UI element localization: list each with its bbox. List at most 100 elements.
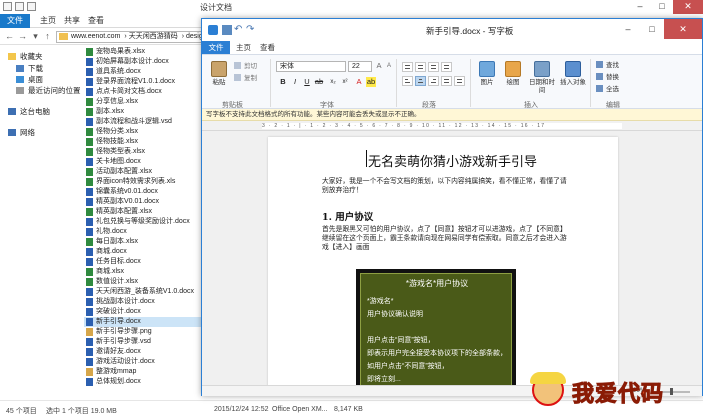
chevron-down-icon[interactable]: ▾ — [30, 31, 41, 42]
find-icon — [596, 61, 603, 68]
file-row[interactable]: 商城.docx — [84, 247, 202, 257]
highlight-icon[interactable]: ab — [366, 77, 376, 87]
document-canvas[interactable]: 无名卖萌你猜小游戏新手引导 大家好，我是一个不会写文档的策划，以下内容纯属搞笑，… — [202, 131, 702, 385]
file-row[interactable]: 游戏活动设计.docx — [84, 357, 202, 367]
paragraph-settings-icon[interactable] — [454, 76, 465, 86]
file-row[interactable]: 商城.xlsx — [84, 267, 202, 277]
file-row[interactable]: 任务目标.docx — [84, 257, 202, 267]
file-row[interactable]: 登录界面流程V1.0.1.docx — [84, 77, 202, 87]
tab-file[interactable]: 文件 — [202, 41, 230, 54]
find-button[interactable]: 查找 — [596, 61, 619, 70]
ruler[interactable]: 3 · 2 · 1 · | · 1 · 2 · 3 · 4 · 5 · 6 · … — [202, 121, 702, 131]
breadcrumb-segment[interactable]: www.eenot.com — [71, 33, 120, 40]
picture-button[interactable]: 图片 — [474, 61, 500, 87]
file-row[interactable]: 总体规划.docx — [84, 377, 202, 387]
italic-icon[interactable]: I — [290, 77, 300, 87]
file-row[interactable]: 新手引导步骤.png — [84, 327, 202, 337]
close-icon[interactable]: ✕ — [673, 0, 703, 14]
select-all-button[interactable]: 全选 — [596, 85, 619, 94]
file-row[interactable]: 精英副本V0.01.docx — [84, 197, 202, 207]
text-color-icon[interactable]: A — [354, 77, 364, 87]
font-family-select[interactable]: 宋体 — [276, 61, 346, 72]
file-row[interactable]: 天天闲西游_装备系统V1.0.docx — [84, 287, 202, 297]
maximize-icon[interactable]: □ — [640, 19, 664, 39]
tab-home[interactable]: 主页 — [236, 41, 251, 54]
up-icon[interactable]: ↑ — [42, 31, 53, 42]
tab-view[interactable]: 查看 — [260, 41, 275, 54]
nav-desktop[interactable]: 桌面 — [16, 75, 43, 85]
align-left-icon[interactable] — [402, 76, 413, 86]
file-row[interactable]: 活动副本配置.xlsx — [84, 167, 202, 177]
nav-this-pc[interactable]: 这台电脑 — [8, 107, 50, 117]
tab-file[interactable]: 文件 — [0, 14, 30, 28]
decrease-indent-icon[interactable] — [402, 62, 413, 72]
cut-button[interactable]: 剪切 — [234, 62, 257, 71]
new-folder-icon[interactable] — [27, 2, 36, 11]
file-row[interactable]: 怪物分类.xlsx — [84, 127, 202, 137]
breadcrumb-segment[interactable]: 天天闲西游猜码 — [129, 33, 178, 40]
subscript-icon[interactable]: x₂ — [328, 77, 338, 87]
redo-icon[interactable]: ↷ — [246, 25, 256, 35]
minimize-icon[interactable]: – — [616, 19, 640, 39]
nav-downloads[interactable]: 下载 — [16, 64, 43, 74]
strikethrough-icon[interactable]: ab — [314, 77, 324, 87]
underline-icon[interactable]: U — [302, 77, 312, 87]
align-center-icon[interactable] — [415, 76, 426, 86]
nav-network[interactable]: 网络 — [8, 128, 35, 138]
copy-button[interactable]: 复制 — [234, 74, 257, 83]
file-row[interactable]: 整游戏mmap — [84, 367, 202, 377]
file-row[interactable]: 副本.xlsx — [84, 107, 202, 117]
file-row[interactable]: 怪物技能.xlsx — [84, 137, 202, 147]
increase-indent-icon[interactable] — [415, 62, 426, 72]
minimize-icon[interactable]: – — [629, 0, 651, 14]
shrink-font-icon[interactable]: A — [384, 61, 394, 71]
file-row[interactable]: 新手引导步骤.vsd — [84, 337, 202, 347]
back-icon[interactable]: ← — [4, 31, 15, 42]
file-row[interactable]: 副本流程和战斗逻辑.vsd — [84, 117, 202, 127]
superscript-icon[interactable]: x² — [340, 77, 350, 87]
file-row[interactable]: 初始屏幕副本设计.docx — [84, 57, 202, 67]
file-row[interactable]: 宠物岛果表.xlsx — [84, 47, 202, 57]
font-size-select[interactable]: 22 — [348, 61, 372, 72]
datetime-button[interactable]: 日期和时间 — [526, 61, 558, 95]
file-row[interactable]: 界面icon特效需求列表.xls — [84, 177, 202, 187]
wordpad-ribbon: 粘贴 剪切 复制 剪贴板 宋体 22 A A B I U ab x₂ x² A … — [202, 54, 702, 109]
grow-font-icon[interactable]: A — [374, 61, 384, 71]
list-bullets-icon[interactable] — [428, 62, 439, 72]
file-row[interactable]: 数值设计.xlsx — [84, 277, 202, 287]
properties-icon[interactable] — [15, 2, 24, 11]
document-page[interactable]: 无名卖萌你猜小游戏新手引导 大家好，我是一个不会写文档的策划，以下内容纯属搞笑，… — [268, 137, 618, 385]
undo-icon[interactable]: ↶ — [234, 25, 244, 35]
file-row[interactable]: 邀请好友.docx — [84, 347, 202, 357]
forward-icon[interactable]: → — [17, 31, 28, 42]
file-row[interactable]: 每日副本.xlsx — [84, 237, 202, 247]
nav-favorites[interactable]: 收藏夹 — [8, 52, 43, 62]
file-row[interactable]: 礼包兑换与等级奖励设计.docx — [84, 217, 202, 227]
file-row[interactable]: 关卡地图.docx — [84, 157, 202, 167]
save-icon[interactable] — [222, 25, 232, 35]
file-row[interactable]: 礼物.docx — [84, 227, 202, 237]
file-row[interactable]: 新手引导.docx — [84, 317, 202, 327]
justify-icon[interactable] — [441, 76, 452, 86]
align-right-icon[interactable] — [428, 76, 439, 86]
file-row[interactable]: 点点卡简对文档.docx — [84, 87, 202, 97]
insert-object-button[interactable]: 插入对象 — [560, 61, 586, 87]
address-bar[interactable]: www.eenot.com › 天天闲西游猜码 › desig — [56, 31, 206, 43]
paste-button[interactable]: 粘贴 — [206, 61, 232, 87]
file-row[interactable]: 分享信息.xlsx — [84, 97, 202, 107]
line-spacing-icon[interactable] — [441, 62, 452, 72]
file-row[interactable]: 突破设计.docx — [84, 307, 202, 317]
file-name: 精英副本配置.xlsx — [96, 208, 152, 215]
nav-recent[interactable]: 最近访问的位置 — [16, 86, 81, 96]
close-icon[interactable]: ✕ — [664, 19, 702, 39]
paint-drawing-button[interactable]: 绘图 — [500, 61, 526, 87]
file-row[interactable]: 道具系统.docx — [84, 67, 202, 77]
file-row[interactable]: 精英副本配置.xlsx — [84, 207, 202, 217]
replace-button[interactable]: 替换 — [596, 73, 619, 82]
maximize-icon[interactable]: □ — [651, 0, 673, 14]
file-row[interactable]: 怪物类型表.xlsx — [84, 147, 202, 157]
file-row[interactable]: 挑战副本设计.docx — [84, 297, 202, 307]
file-row[interactable]: 锦囊系统v0.01.docx — [84, 187, 202, 197]
bold-icon[interactable]: B — [278, 77, 288, 87]
tab-view[interactable]: 查看 — [80, 14, 112, 28]
